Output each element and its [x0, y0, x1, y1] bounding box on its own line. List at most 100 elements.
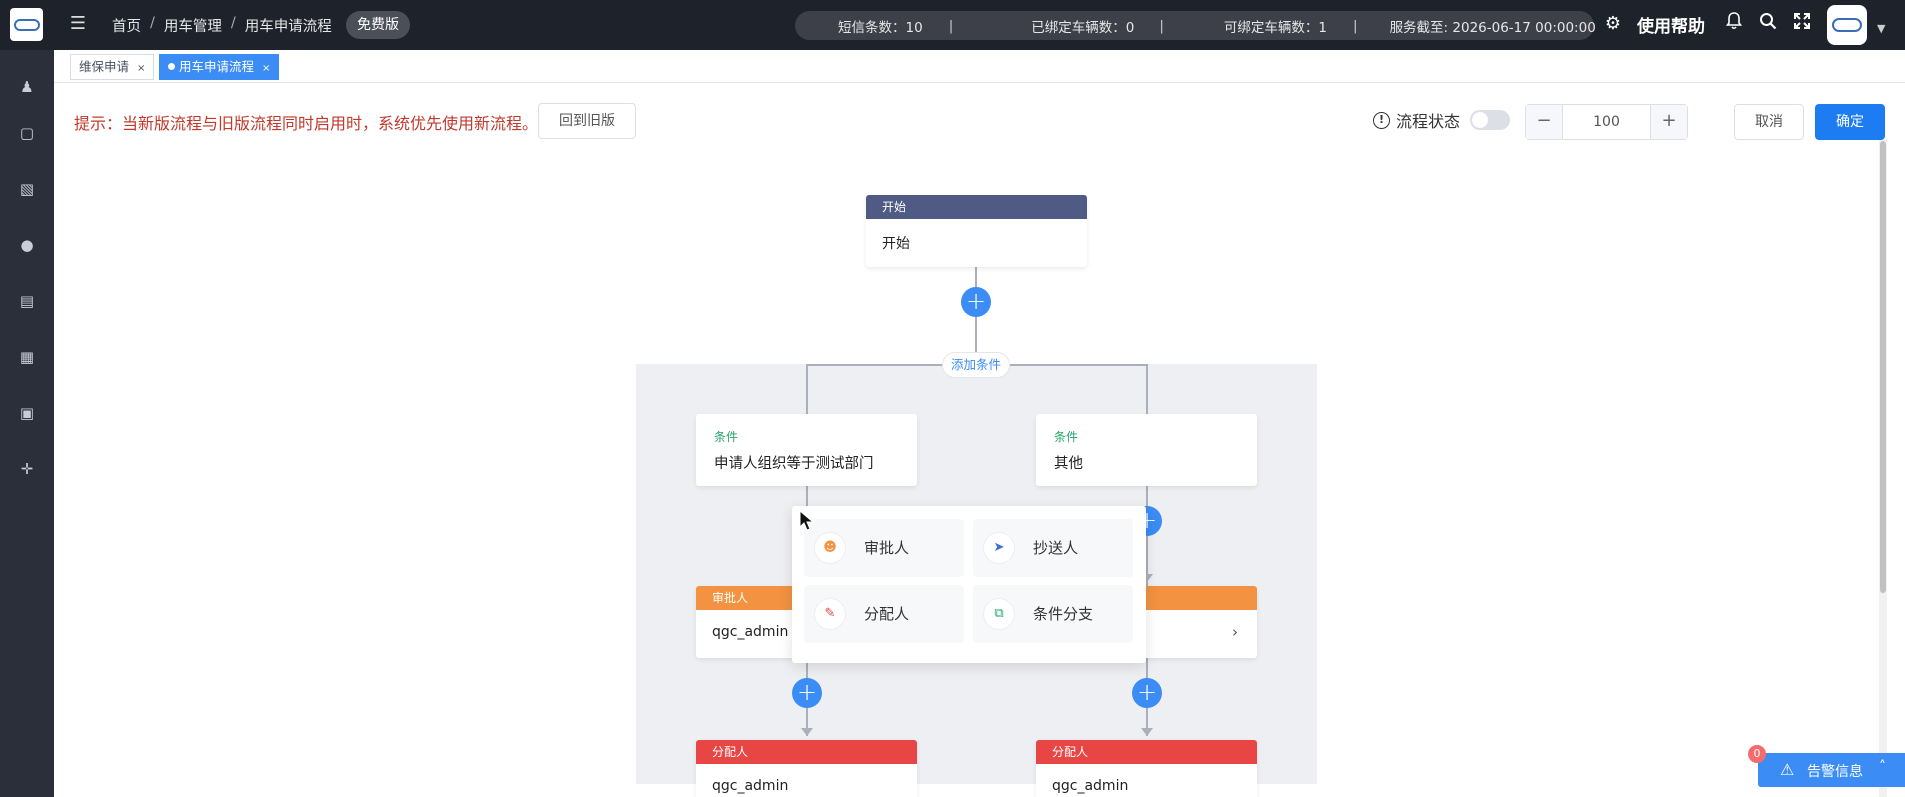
gear-icon[interactable]: ⚙: [1601, 12, 1625, 36]
start-node-body: 开始: [882, 236, 910, 252]
breadcrumb-separator: /: [150, 15, 155, 31]
assignee-node-2[interactable]: 分配人 qgc_admin: [1036, 740, 1257, 797]
scrollbar-thumb[interactable]: [1880, 141, 1886, 593]
add-assignee-option[interactable]: ✎ 分配人: [804, 585, 964, 643]
stats-divider: |: [1353, 17, 1358, 34]
close-icon[interactable]: ×: [262, 63, 270, 74]
tab-label: 用车申请流程: [179, 59, 255, 74]
option-label: 审批人: [864, 539, 910, 557]
grid-icon[interactable]: ▦: [17, 347, 37, 367]
logo: [10, 8, 43, 41]
mouse-cursor-icon: [798, 509, 818, 532]
zoom-out-button[interactable]: −: [1526, 105, 1562, 139]
tab-bar: 维保申请 × 用车申请流程 ×: [54, 50, 1905, 83]
zoom-value[interactable]: 100: [1562, 105, 1651, 139]
start-node[interactable]: 开始 开始: [866, 195, 1087, 267]
service-expiry: 服务截至: 2026-06-17 00:00:00: [1389, 19, 1596, 36]
assignee-node-value: qgc_admin: [712, 778, 789, 794]
option-label: 分配人: [864, 605, 910, 623]
add-node-button[interactable]: +: [961, 287, 991, 317]
condition-node-2[interactable]: 条件 其他: [1036, 414, 1257, 486]
menu-indent-icon[interactable]: ☰: [68, 14, 88, 34]
zoom-stepper: − 100 +: [1525, 104, 1688, 140]
breadcrumb-vehicle-management[interactable]: 用车管理: [164, 15, 222, 36]
help-link[interactable]: 使用帮助: [1637, 12, 1705, 37]
app-root: ☰ 首页 / 用车管理 / 用车申请流程 免费版 短信条数：10 | 已绑定车辆…: [0, 0, 1905, 797]
add-cc-option[interactable]: ➤ 抄送人: [973, 519, 1133, 577]
calendar-icon[interactable]: ▤: [17, 291, 37, 311]
sidebar: ♟ ▢ ▧ ● ▤ ▦ ▣ ✛: [0, 50, 54, 797]
add-condition-button[interactable]: 添加条件: [942, 352, 1010, 378]
breadcrumb: 首页 / 用车管理 / 用车申请流程: [112, 15, 332, 36]
user-icon: ☻: [814, 532, 846, 564]
chevron-up-icon: ˄: [1879, 759, 1886, 775]
alarm-icon: ⚠: [1780, 760, 1795, 779]
option-label: 条件分支: [1033, 605, 1094, 623]
stats-divider: |: [948, 17, 954, 34]
lock-icon[interactable]: ▣: [17, 403, 37, 423]
active-dot-icon: [168, 63, 175, 70]
add-condition-branch-option[interactable]: ⧉ 条件分支: [973, 585, 1133, 643]
cancel-button[interactable]: 取消: [1734, 104, 1804, 140]
condition-tag: 条件: [1054, 430, 1079, 444]
tab-vehicle-request-flow[interactable]: 用车申请流程 ×: [159, 54, 280, 80]
connector-line: [1146, 364, 1148, 416]
connector-line: [1146, 486, 1148, 586]
globe-icon[interactable]: ●: [17, 235, 37, 255]
condition-text: 申请人组织等于测试部门: [714, 456, 874, 472]
revert-old-version-button[interactable]: 回到旧版: [538, 103, 636, 139]
chevron-right-icon: ›: [1232, 623, 1238, 641]
caret-down-icon[interactable]: ▼: [1877, 22, 1885, 35]
flow-status-label: 流程状态: [1396, 112, 1461, 131]
assignee-node-1[interactable]: 分配人 qgc_admin: [696, 740, 917, 797]
tab-maintenance-request[interactable]: 维保申请 ×: [70, 54, 155, 80]
bindable-vehicle-count: 可绑定车辆数：1: [1223, 19, 1327, 36]
printer-icon[interactable]: ▧: [17, 179, 37, 199]
monitor-icon[interactable]: ▢: [17, 123, 37, 143]
breadcrumb-home[interactable]: 首页: [112, 15, 141, 36]
breadcrumb-separator: /: [230, 15, 236, 31]
condition-text: 其他: [1054, 456, 1083, 472]
add-node-button[interactable]: +: [792, 678, 822, 708]
confirm-button[interactable]: 确定: [1815, 104, 1885, 140]
assignee-node-value: qgc_admin: [1052, 778, 1129, 794]
arrow-down-icon: [1141, 728, 1153, 736]
flow-status-toggle[interactable]: [1470, 110, 1511, 130]
account-stats-bar: 短信条数：10 | 已绑定车辆数：0 | 可绑定车辆数：1 | 服务截至: 20…: [795, 11, 1596, 40]
condition-tag: 条件: [714, 430, 739, 444]
bell-icon[interactable]: [1722, 12, 1746, 36]
top-header: ☰ 首页 / 用车管理 / 用车申请流程 免费版 短信条数：10 | 已绑定车辆…: [0, 0, 1905, 50]
breadcrumb-current: 用车申请流程: [244, 19, 332, 35]
option-label: 抄送人: [1033, 539, 1079, 557]
move-icon[interactable]: ✛: [17, 459, 37, 479]
add-approver-option[interactable]: ☻ 审批人: [804, 519, 964, 577]
avatar[interactable]: [1827, 5, 1867, 45]
add-node-menu: ☻ 审批人 ➤ 抄送人 ✎ 分配人 ⧉ 条件分支: [792, 506, 1146, 663]
arrow-down-icon: [801, 728, 813, 736]
close-icon[interactable]: ×: [137, 63, 145, 74]
search-icon[interactable]: [1756, 12, 1780, 36]
bound-vehicle-count: 已绑定车辆数：0: [1031, 19, 1135, 36]
alert-count-badge: 0: [1748, 745, 1766, 763]
users-icon[interactable]: ♟: [17, 77, 37, 97]
sms-count: 短信条数：10: [838, 19, 923, 36]
connector-line: [806, 364, 808, 416]
assignee-node-header: 分配人: [1036, 740, 1257, 764]
flow-status: ! 流程状态: [1373, 108, 1511, 132]
notice-text: 提示：当新版流程与旧版流程同时启用时，系统优先使用新流程。: [74, 114, 539, 133]
condition-node-1[interactable]: 条件 申请人组织等于测试部门: [696, 414, 917, 486]
zoom-in-button[interactable]: +: [1651, 105, 1687, 139]
assignee-node-header: 分配人: [696, 740, 917, 764]
fullscreen-icon[interactable]: [1790, 12, 1814, 36]
stats-divider: |: [1159, 17, 1164, 34]
edit-icon: ✎: [814, 598, 846, 630]
add-node-button[interactable]: +: [1132, 678, 1162, 708]
start-node-header: 开始: [866, 195, 1087, 219]
send-icon: ➤: [983, 532, 1015, 564]
alert-label: 告警信息: [1807, 764, 1863, 780]
tab-label: 维保申请: [79, 59, 130, 74]
share-icon: ⧉: [983, 598, 1015, 630]
edition-badge: 免费版: [346, 11, 410, 39]
info-icon: !: [1373, 111, 1390, 129]
alert-info-button[interactable]: ⚠ 告警信息 ˄: [1758, 753, 1905, 787]
